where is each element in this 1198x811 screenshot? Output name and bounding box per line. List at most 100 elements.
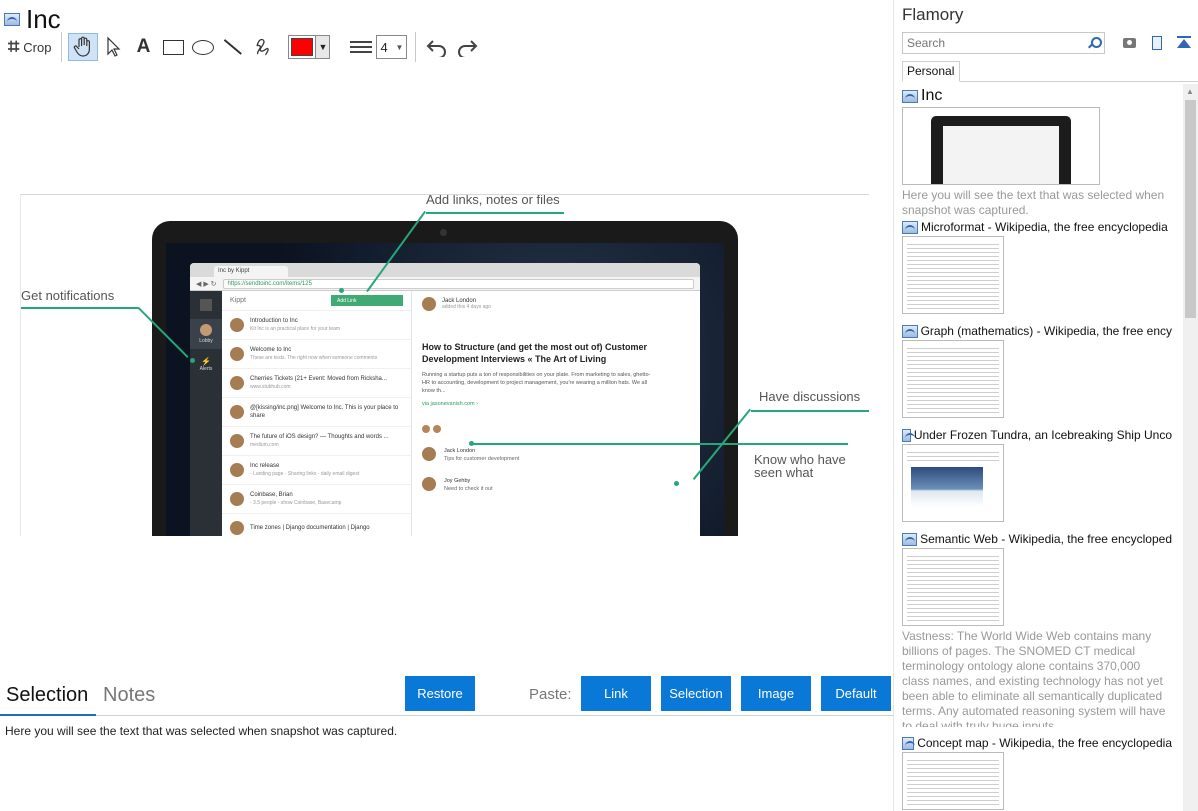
snapshot-image: Inc by Kippt ◀ ▶ ↻ https://sendtoinc.com… — [20, 194, 869, 536]
document-button[interactable] — [1148, 34, 1166, 52]
page-icon — [902, 428, 915, 442]
laptop-screen: Inc by Kippt ◀ ▶ ↻ https://sendtoinc.com… — [166, 243, 724, 536]
list-item: Coinbase, Brian - 3.5 people - show Coinb… — [222, 485, 411, 514]
comment-text: Tips for customer development — [444, 456, 520, 462]
callout-line — [426, 212, 564, 214]
snapshot-title: Graph (mathematics) - Wikipedia, the fre… — [920, 324, 1172, 338]
capture-button[interactable] — [1120, 34, 1138, 52]
pointer-tool-button[interactable] — [98, 33, 128, 61]
active-tab-indicator — [0, 714, 96, 716]
callout-line — [21, 307, 139, 309]
crop-icon: ⌗ — [8, 35, 20, 58]
snapshot-entry[interactable]: Concept map - Wikipedia, the free encycl… — [902, 736, 1172, 810]
snapshot-entry[interactable]: Inc Here you will see the text that was s… — [902, 87, 1172, 218]
redo-button[interactable] — [452, 33, 482, 61]
search-icon[interactable] — [1088, 37, 1102, 49]
chevron-down-icon: ▼ — [315, 36, 330, 58]
line-width-select[interactable]: 4 ▼ — [376, 35, 408, 59]
page-icon — [902, 532, 918, 546]
scroll-up-icon[interactable]: ▲ — [1186, 87, 1194, 96]
sidebar-scrollbar[interactable]: ▲ — [1183, 84, 1198, 811]
avatar — [230, 405, 244, 419]
thumbnail-text — [907, 345, 999, 413]
detail-title: How to Structure (and get the most out o… — [422, 342, 647, 364]
list-item-text: Inc release - Landing page - Sharing link… — [250, 462, 359, 478]
search-box — [902, 32, 1105, 54]
list-item-text: Time zones | Django documentation | Djan… — [250, 524, 370, 532]
list-item-text: The future of iOS design? — Thoughts and… — [250, 433, 389, 449]
stroke-color-picker[interactable]: ▼ — [288, 35, 331, 59]
tab-notes[interactable]: Notes — [103, 684, 155, 714]
inc-logo-icon — [200, 299, 212, 311]
paste-selection-button[interactable]: Selection — [661, 676, 731, 711]
list-item: Time zones | Django documentation | Djan… — [222, 514, 411, 536]
camera-icon — [1122, 38, 1136, 48]
snapshot-entry-head: Microformat - Wikipedia, the free encycl… — [902, 220, 1172, 234]
rectangle-tool-button[interactable] — [158, 33, 188, 61]
search-input[interactable] — [907, 36, 1077, 50]
snapshot-entry[interactable]: Semantic Web - Wikipedia, the free encyc… — [902, 532, 1172, 727]
avatar — [422, 425, 430, 433]
ellipse-icon — [192, 39, 215, 55]
pin-top-button[interactable] — [1175, 34, 1193, 52]
scroll-thumb[interactable] — [1185, 100, 1196, 318]
thumbnail-photo — [911, 467, 983, 507]
comment-user: Joy Gehby — [444, 478, 471, 484]
text-tool-icon: A — [136, 36, 151, 57]
snapshot-thumbnail — [902, 548, 1004, 626]
text-tool-button[interactable]: A — [128, 33, 158, 61]
browser-tabs: Inc by Kippt — [190, 263, 700, 277]
drawing-toolbar: ⌗ Crop A ▼ 4 ▼ — [4, 32, 482, 62]
thumbnail-screen — [943, 126, 1059, 184]
browser-tab: Inc by Kippt — [214, 266, 288, 277]
tab-selection[interactable]: Selection — [6, 684, 88, 714]
pointer-icon — [107, 36, 121, 57]
snapshot-entry[interactable]: Microformat - Wikipedia, the free encycl… — [902, 220, 1172, 314]
snapshot-title: Concept map - Wikipedia, the free encycl… — [917, 736, 1172, 750]
freehand-tool-button[interactable] — [248, 33, 278, 61]
snapshot-entry-head: Graph (mathematics) - Wikipedia, the fre… — [902, 324, 1172, 338]
snapshot-list: Inc Here you will see the text that was s… — [902, 84, 1178, 811]
snapshot-title: Microformat - Wikipedia, the free encycl… — [921, 220, 1168, 234]
brand-label: Kippt — [230, 297, 246, 304]
kippt-app: Lobby ⚡ Alerts Kippt Add Link Introductio… — [190, 291, 700, 536]
snapshot-thumbnail — [902, 107, 1100, 185]
snapshot-entry[interactable]: Under Frozen Tundra, an Icebreaking Ship… — [902, 428, 1172, 522]
paste-image-button[interactable]: Image — [741, 676, 811, 711]
tab-personal[interactable]: Personal — [902, 61, 960, 82]
hand-tool-button[interactable] — [68, 33, 99, 61]
restore-button[interactable]: Restore — [405, 676, 475, 711]
callout-line — [472, 443, 848, 445]
kippt-detail: Jack London added this 4 days ago How to… — [412, 291, 700, 536]
avatar — [230, 318, 244, 332]
callout-know-who: Know who have seen what — [754, 452, 846, 480]
redo-icon — [458, 40, 478, 57]
comment: Joy Gehby Need to check it out — [422, 477, 690, 493]
snapshot-entry[interactable]: Graph (mathematics) - Wikipedia, the fre… — [902, 324, 1172, 418]
undo-button[interactable] — [422, 33, 452, 61]
tab-label: Selection — [6, 684, 89, 706]
paste-link-button[interactable]: Link — [581, 676, 651, 711]
line-tool-button[interactable] — [218, 33, 248, 61]
list-item-sub: www.stubhub.com — [250, 384, 291, 390]
rail-item-alerts: ⚡ Alerts — [190, 349, 222, 379]
page-icon — [902, 89, 918, 103]
laptop-illustration: Inc by Kippt ◀ ▶ ↻ https://sendtoinc.com… — [152, 221, 738, 536]
page-icon — [902, 324, 918, 338]
avatar — [422, 297, 436, 311]
detail-body: Running a startup puts a ton of responsi… — [422, 372, 651, 394]
page-icon — [902, 220, 918, 234]
thumbnail-text — [907, 241, 999, 309]
ellipse-tool-button[interactable] — [188, 33, 218, 61]
rail-item-logo — [190, 291, 222, 319]
pin-top-icon — [1177, 36, 1191, 50]
avatar — [422, 447, 436, 461]
snapshot-entry-head: Under Frozen Tundra, an Icebreaking Ship… — [902, 428, 1172, 442]
paste-default-button[interactable]: Default — [821, 676, 891, 711]
rail-item-label: Alerts — [199, 365, 213, 372]
crop-button[interactable]: ⌗ Crop — [4, 33, 55, 61]
list-item-title: The future of iOS design? — Thoughts and… — [250, 434, 389, 440]
list-item: @[kissing/inc.png] Welcome to Inc. This … — [222, 398, 411, 427]
list-item-sub: - Landing page - Sharing links - daily e… — [250, 471, 360, 477]
snapshot-title: Semantic Web - Wikipedia, the free encyc… — [920, 532, 1172, 546]
